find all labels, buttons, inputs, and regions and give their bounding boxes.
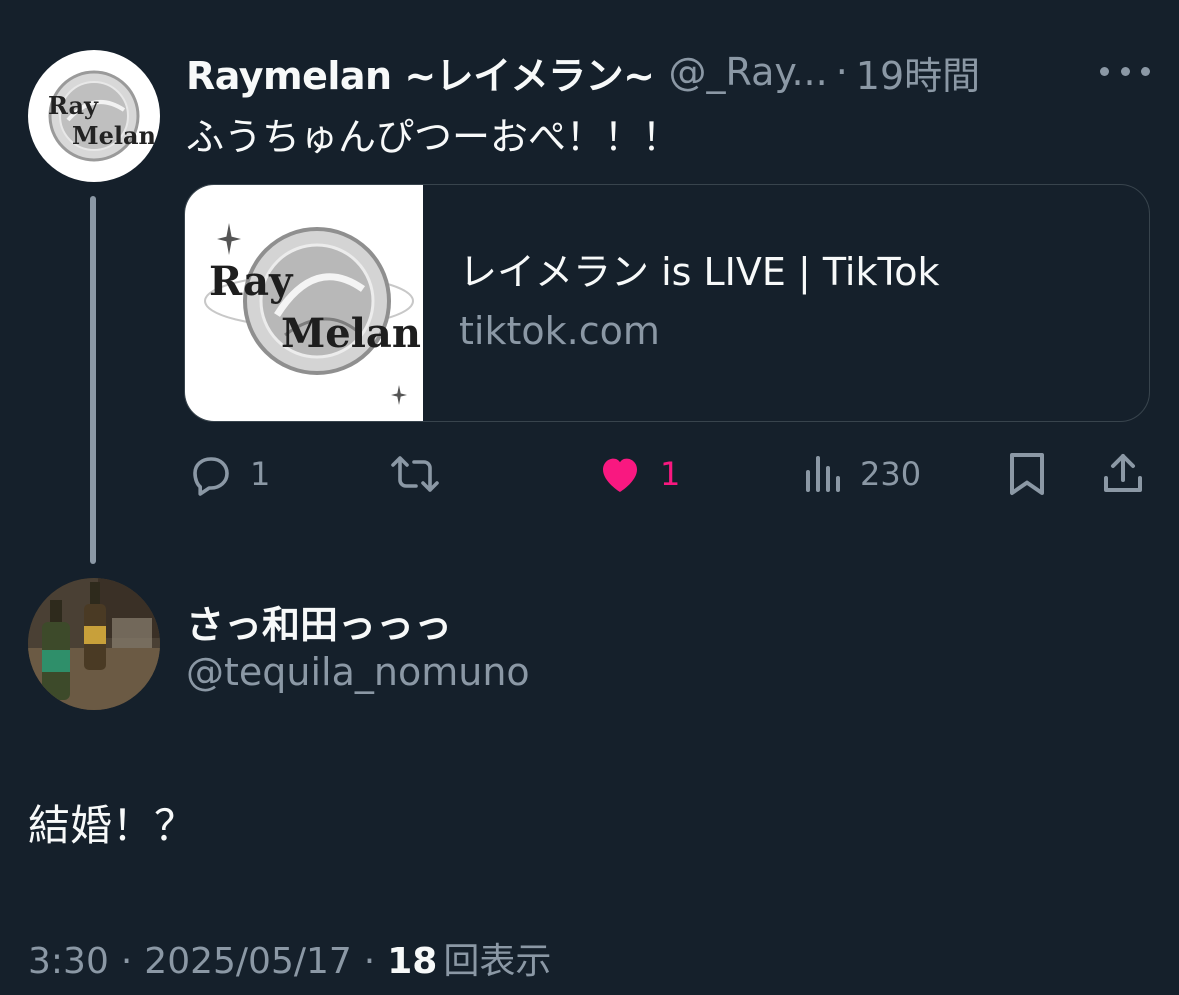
share-button[interactable]: [1100, 448, 1146, 500]
retweet-icon: [391, 456, 439, 492]
like-button[interactable]: 1: [596, 448, 680, 500]
parent-handle[interactable]: @_Ray...: [669, 50, 828, 94]
bookmark-icon: [1010, 453, 1044, 495]
reply-views-label: 回表示: [443, 941, 552, 982]
reply-display-name[interactable]: さっ和田っっっ: [186, 594, 452, 649]
reply-icon: [193, 457, 229, 496]
reply-views-count: 18: [387, 941, 438, 982]
more-icon: [1100, 66, 1109, 76]
svg-text:Ray: Ray: [209, 258, 294, 305]
parent-timestamp[interactable]: 19時間: [856, 45, 980, 100]
card-title: レイメラン is LIVE | TikTok: [459, 250, 940, 294]
raymelan-logo: Ray Melan: [48, 70, 156, 162]
card-thumbnail: Ray Melan: [185, 185, 423, 421]
retweet-button[interactable]: [388, 448, 442, 500]
reply-count: 1: [250, 455, 271, 493]
avatar-tequila-nomuno[interactable]: [28, 578, 160, 710]
meta-separator: ·: [363, 941, 376, 982]
views-button[interactable]: 230: [802, 448, 921, 500]
parent-display-name[interactable]: Raymelan ~レイメラン~: [186, 45, 655, 100]
svg-text:Melan: Melan: [72, 121, 156, 150]
views-icon: [806, 456, 840, 492]
header-separator: ·: [835, 50, 848, 94]
bookmark-button[interactable]: [1006, 448, 1048, 500]
meta-separator: ·: [120, 941, 133, 982]
bottles-photo: [28, 578, 160, 710]
share-icon: [1104, 454, 1142, 492]
reply-tweet-text: 結婚！？: [28, 801, 197, 850]
card-domain: tiktok.com: [459, 309, 660, 353]
raymelan-thumbnail-logo: Ray Melan: [204, 223, 421, 405]
reply-date[interactable]: 2025/05/17: [144, 941, 352, 982]
parent-tweet-text: ふうちゅんぴつーおぺ！！！: [186, 115, 681, 159]
heart-icon: [603, 458, 637, 492]
reply-meta: 3:30 · 2025/05/17 · 18 回表示: [28, 932, 551, 984]
reply-time[interactable]: 3:30: [28, 941, 109, 982]
reply-handle[interactable]: @tequila_nomuno: [186, 650, 530, 694]
views-count: 230: [860, 455, 922, 493]
thread-connector-line: [90, 196, 96, 564]
more-options-button[interactable]: [1100, 56, 1150, 86]
reply-button[interactable]: 1: [186, 448, 270, 500]
parent-tweet-header: Raymelan ~レイメラン~ @_Ray... · 19時間: [186, 44, 980, 100]
avatar-raymelan[interactable]: Ray Melan: [28, 50, 160, 182]
svg-text:Ray: Ray: [48, 91, 99, 120]
like-count: 1: [660, 455, 681, 493]
svg-text:Melan: Melan: [281, 310, 421, 357]
link-preview-card[interactable]: Ray Melan レイメラン is LIVE | TikTok tiktok.…: [184, 184, 1150, 422]
